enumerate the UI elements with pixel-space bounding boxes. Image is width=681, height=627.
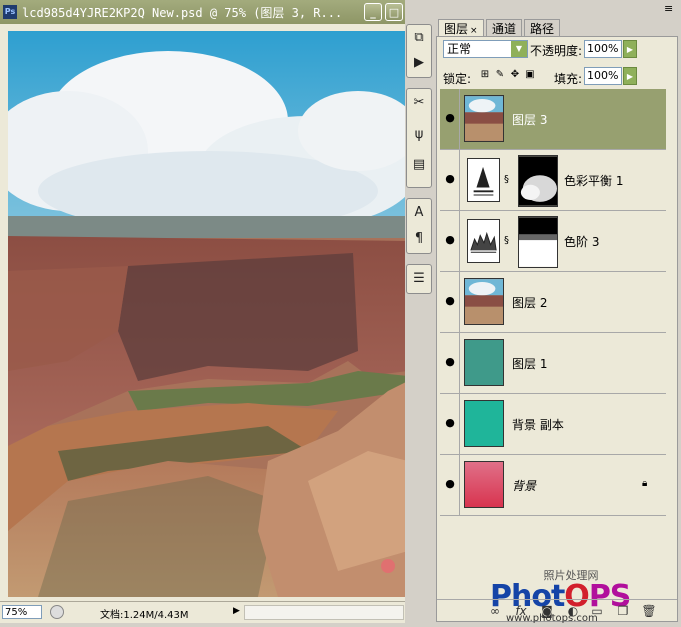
layers-list: ● 图层 3 ● § 色彩平衡 1 ● § 色阶 3 ● 图层 2 ● 图层 1… — [440, 89, 666, 624]
clone-source-icon[interactable]: ▤ — [409, 155, 429, 175]
panel-grip[interactable] — [433, 0, 681, 19]
panel-bottom-bar: ∞ fx ◙ ◐ ▭ ❐ 🗑︎ — [437, 599, 677, 622]
fill-label: 填充: — [554, 72, 583, 86]
visibility-toggle[interactable]: ● — [440, 333, 460, 393]
layer-comps-icon[interactable]: ☰ — [409, 269, 429, 289]
color-balance-icon — [467, 158, 500, 202]
fill-input[interactable]: 100% — [584, 67, 622, 85]
visibility-toggle[interactable]: ● — [440, 272, 460, 332]
visibility-toggle[interactable]: ● — [440, 211, 460, 271]
document-window: Ps lcd985d4YJRE2KP2Q New.psd @ 75% (图层 3… — [0, 0, 408, 623]
dock-group-1: ⧉ ▶ — [406, 24, 432, 78]
photoshop-app-icon: Ps — [3, 5, 17, 19]
tab-channels[interactable]: 通道 — [486, 19, 522, 37]
panel-tabs: 图层 × 通道 路径 — [438, 19, 674, 37]
layer-thumbnail — [464, 400, 504, 447]
lock-transparent-icon[interactable]: ⊞ — [479, 69, 491, 81]
horizontal-scrollbar[interactable] — [244, 605, 404, 620]
eye-icon: ● — [445, 111, 455, 124]
layer-row[interactable]: ● 背景 🔒︎ — [440, 455, 666, 516]
dock-group-2: ✂ ψ ▤ — [406, 88, 432, 188]
link-layers-icon[interactable]: ∞ — [487, 603, 503, 619]
chevron-down-icon: ▼ — [511, 41, 527, 57]
visibility-toggle[interactable]: ● — [440, 89, 460, 149]
panel-menu-icon[interactable]: ≡ — [664, 2, 673, 15]
zoom-field[interactable]: 75% — [2, 605, 42, 619]
history-icon[interactable]: ⧉ — [409, 28, 429, 48]
lock-label: 锁定: — [443, 72, 472, 86]
panel-dock-strip: ⧉ ▶ ✂ ψ ▤ A ¶ ☰ — [405, 22, 433, 622]
new-adjustment-layer-icon[interactable]: ◐ — [565, 603, 581, 619]
layer-name: 图层 1 — [512, 357, 548, 371]
status-menu-arrow-icon[interactable]: ▶ — [233, 606, 240, 616]
maximize-button[interactable]: □ — [385, 3, 403, 21]
lock-icon: 🔒︎ — [642, 478, 648, 489]
layer-name: 色彩平衡 1 — [564, 174, 624, 188]
opacity-label: 不透明度: — [530, 44, 583, 58]
opacity-slider-button[interactable]: ▶ — [623, 40, 637, 58]
visibility-toggle[interactable]: ● — [440, 150, 460, 210]
layer-row[interactable]: ● 背景 副本 — [440, 394, 666, 455]
lock-all-icon[interactable]: ▣ — [524, 69, 536, 81]
layer-name: 背景 副本 — [512, 418, 564, 432]
opacity-input[interactable]: 100% — [584, 40, 622, 58]
lock-position-icon[interactable]: ✥ — [509, 69, 521, 81]
actions-icon[interactable]: ▶ — [409, 53, 429, 73]
layer-thumbnail — [464, 339, 504, 386]
layer-name: 背景 — [512, 479, 537, 493]
dock-group-4: ☰ — [406, 264, 432, 294]
tab-paths[interactable]: 路径 — [524, 19, 560, 37]
document-titlebar[interactable]: Ps lcd985d4YJRE2KP2Q New.psd @ 75% (图层 3… — [0, 0, 405, 24]
layer-mask-thumbnail — [518, 155, 558, 207]
eye-icon: ● — [445, 416, 455, 429]
layer-row[interactable]: ● 图层 1 — [440, 333, 666, 394]
link-chain-icon[interactable]: § — [504, 235, 509, 246]
visibility-toggle[interactable]: ● — [440, 455, 460, 515]
status-bar: 75% 文档:1.24M/4.43M ▶ — [0, 601, 405, 623]
tab-layers[interactable]: 图层 × — [438, 19, 484, 37]
layer-row[interactable]: ● 图层 3 — [440, 89, 666, 150]
eye-icon: ● — [445, 355, 455, 368]
link-chain-icon[interactable]: § — [504, 174, 509, 185]
layer-thumbnail — [464, 278, 504, 325]
delete-layer-icon[interactable]: 🗑︎ — [641, 603, 657, 619]
layer-thumbnail — [464, 461, 504, 508]
layers-panel: ≡ 图层 × 通道 路径 正常 ▼ 不透明度: 100% ▶ 锁定: ⊞ ✎ ✥ … — [433, 0, 681, 624]
lock-pixels-icon[interactable]: ✎ — [494, 69, 506, 81]
document-size: 文档:1.24M/4.43M — [100, 610, 189, 621]
canyon-photo — [8, 31, 408, 597]
visibility-toggle[interactable]: ● — [440, 394, 460, 454]
paragraph-icon[interactable]: ¶ — [409, 229, 429, 249]
layer-name: 图层 2 — [512, 296, 548, 310]
image-canvas[interactable] — [8, 31, 408, 597]
status-info-icon[interactable] — [50, 605, 64, 619]
layer-row[interactable]: ● 图层 2 — [440, 272, 666, 333]
character-icon[interactable]: A — [409, 203, 429, 223]
layer-style-icon[interactable]: fx — [513, 603, 529, 619]
new-layer-icon[interactable]: ❐ — [615, 603, 631, 619]
eye-icon: ● — [445, 294, 455, 307]
layer-name: 图层 3 — [512, 113, 548, 127]
eye-icon: ● — [445, 172, 455, 185]
close-tab-icon[interactable]: × — [470, 26, 478, 36]
layer-mask-thumbnail — [518, 216, 558, 268]
dock-group-3: A ¶ — [406, 198, 432, 254]
minimize-button[interactable]: _ — [364, 3, 382, 21]
eye-icon: ● — [445, 477, 455, 490]
layer-row[interactable]: ● § 色彩平衡 1 — [440, 150, 666, 211]
fill-slider-button[interactable]: ▶ — [623, 67, 637, 85]
layer-thumbnail — [464, 95, 504, 142]
layer-name: 色阶 3 — [564, 235, 600, 249]
document-title: lcd985d4YJRE2KP2Q New.psd @ 75% (图层 3, R… — [22, 6, 343, 20]
layers-panel-body: 正常 ▼ 不透明度: 100% ▶ 锁定: ⊞ ✎ ✥ ▣ 填充: 100% ▶… — [436, 36, 678, 624]
blend-mode-select[interactable]: 正常 ▼ — [443, 40, 528, 58]
add-mask-icon[interactable]: ◙ — [539, 603, 555, 619]
eye-icon: ● — [445, 233, 455, 246]
new-group-icon[interactable]: ▭ — [589, 603, 605, 619]
brushes-icon[interactable]: ψ — [409, 125, 429, 145]
tool-presets-icon[interactable]: ✂ — [409, 93, 429, 113]
layer-row[interactable]: ● § 色阶 3 — [440, 211, 666, 272]
layers-scrollbar[interactable] — [668, 89, 674, 577]
levels-icon — [467, 219, 500, 263]
